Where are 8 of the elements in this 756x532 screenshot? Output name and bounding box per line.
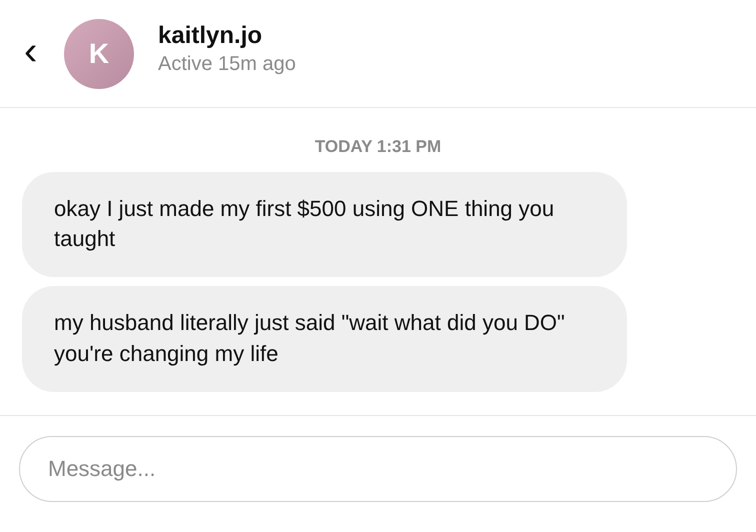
message-bubble: my husband literally just said "wait what did you DO" you're changing my life	[22, 286, 627, 392]
avatar: K	[64, 18, 134, 88]
username: kaitlyn.jo	[158, 22, 264, 51]
active-status: Active 15m ago	[158, 52, 296, 77]
message-field[interactable]: Message...	[19, 436, 737, 502]
message-bubble: okay I just made my first $500 using ONE thing you taught	[22, 172, 627, 278]
back-button[interactable]: ‹	[24, 30, 44, 76]
timestamp: TODAY 1:31 PM	[314, 136, 442, 158]
